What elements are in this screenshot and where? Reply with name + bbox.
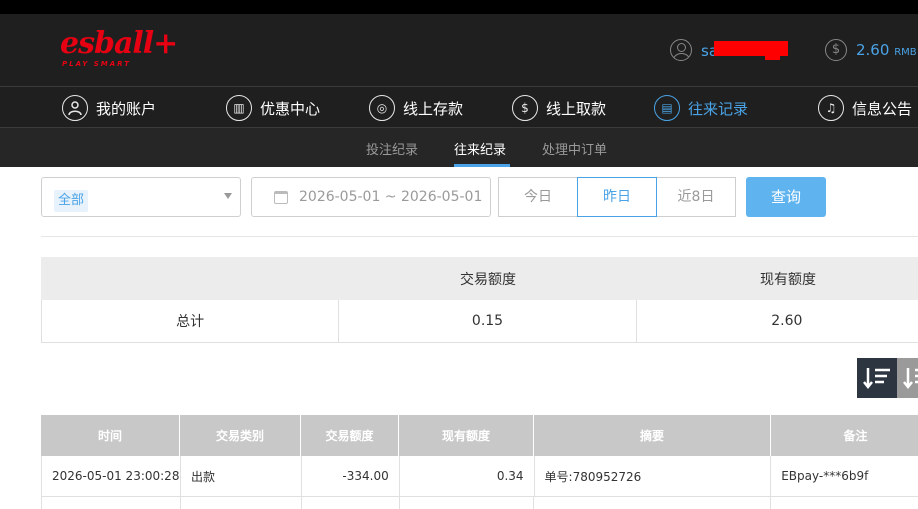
sort-descending-icon[interactable] bbox=[857, 358, 897, 398]
nav-label-records: 往来记录 bbox=[688, 99, 749, 118]
nav-label-announcements: 信息公告 bbox=[852, 99, 913, 118]
quick-today-button[interactable]: 今日 bbox=[498, 177, 578, 217]
summary-transaction-amount: 0.15 bbox=[339, 300, 637, 342]
quick-yesterday-button[interactable]: 昨日 bbox=[577, 177, 657, 217]
logo-text: esball+ bbox=[60, 26, 178, 61]
sub-nav: 投注纪录 往来纪录 处理中订单 bbox=[0, 128, 918, 167]
summary-label: 总计 bbox=[42, 300, 340, 342]
chevron-down-icon bbox=[224, 193, 232, 199]
withdraw-icon: $ bbox=[512, 95, 538, 121]
summary-header: 交易额度 现有额度 bbox=[41, 257, 918, 300]
date-range-picker[interactable]: 2026-05-01 ~ 2026-05-01 bbox=[251, 177, 491, 217]
cell-summary: 单号:780952726 bbox=[535, 456, 772, 496]
subtab-transactions[interactable]: 往来纪录 bbox=[454, 139, 506, 158]
user-icon[interactable] bbox=[670, 39, 692, 61]
summary-header-cell: 现有额度 bbox=[760, 271, 816, 288]
col-header-amount: 交易额度 bbox=[301, 415, 399, 456]
cell-empty bbox=[534, 497, 772, 509]
col-header-summary: 摘要 bbox=[534, 415, 771, 456]
col-header-remark: 备注 bbox=[771, 415, 918, 456]
calendar-icon bbox=[274, 191, 288, 204]
logo-tagline: PLAY SMART bbox=[62, 60, 131, 68]
nav-label-account: 我的账户 bbox=[96, 99, 157, 118]
summary-header-cell bbox=[41, 257, 339, 300]
nav-item-withdraw[interactable]: $ 线上取款 bbox=[512, 93, 606, 123]
balance-unit: RMB bbox=[894, 47, 917, 58]
active-tab-underline bbox=[454, 164, 510, 167]
cell-remark: EBpay-***6b9f bbox=[771, 456, 918, 496]
cell-type: 出款 bbox=[181, 456, 302, 496]
table-row: 2026-05-01 23:00:28 出款 -334.00 0.34 单号:7… bbox=[41, 456, 918, 497]
selected-type-tag: 全部 bbox=[54, 190, 89, 212]
quick-last8days-button[interactable]: 近8日 bbox=[656, 177, 736, 217]
bell-icon: ♫ bbox=[818, 95, 844, 121]
query-button[interactable]: 查询 bbox=[746, 177, 826, 217]
table-row-partial bbox=[41, 497, 918, 509]
nav-item-account[interactable]: 我的账户 bbox=[62, 93, 156, 123]
nav-item-deposit[interactable]: ◎ 线上存款 bbox=[369, 93, 463, 123]
divider bbox=[41, 236, 918, 237]
col-header-time: 时间 bbox=[41, 415, 180, 456]
cell-balance: 0.34 bbox=[400, 456, 535, 496]
col-header-type: 交易类别 bbox=[180, 415, 301, 456]
transaction-type-select[interactable]: 全部 bbox=[41, 177, 241, 217]
sort-ascending-icon[interactable] bbox=[897, 358, 918, 398]
nav-label-promotions: 优惠中心 bbox=[260, 99, 321, 118]
header: esball+ PLAY SMART sa $ 2.60 RMB bbox=[0, 14, 918, 86]
cell-empty bbox=[400, 497, 535, 509]
date-range-text: 2026-05-01 ~ 2026-05-01 bbox=[299, 189, 483, 205]
balance-amount: 2.60 bbox=[856, 41, 890, 59]
records-header: 时间 交易类别 交易额度 现有额度 摘要 备注 bbox=[41, 415, 918, 456]
main-nav: 我的账户 ▥ 优惠中心 ◎ 线上存款 $ 线上取款 ▤ 往来记录 ♫ 信息公告 bbox=[0, 86, 918, 128]
records-icon: ▤ bbox=[654, 95, 680, 121]
cell-empty bbox=[302, 497, 400, 509]
summary-row: 总计 0.15 2.60 bbox=[41, 300, 918, 343]
nav-item-announcements[interactable]: ♫ 信息公告 bbox=[818, 93, 912, 123]
nav-item-promotions[interactable]: ▥ 优惠中心 bbox=[226, 93, 320, 123]
cell-time: 2026-05-01 23:00:28 bbox=[42, 456, 181, 496]
summary-header-cell: 交易额度 bbox=[460, 271, 516, 288]
account-icon-glyph bbox=[68, 101, 82, 116]
cell-empty bbox=[181, 497, 302, 509]
account-icon bbox=[62, 95, 88, 121]
col-header-balance: 现有额度 bbox=[399, 415, 534, 456]
esball-logo[interactable]: esball+ PLAY SMART bbox=[60, 26, 178, 74]
balance: 2.60 RMB bbox=[856, 41, 917, 59]
gift-icon: ▥ bbox=[226, 95, 252, 121]
top-strip bbox=[0, 0, 918, 14]
summary-current-balance: 2.60 bbox=[637, 300, 918, 342]
cell-amount: -334.00 bbox=[302, 456, 400, 496]
sort-ascending-glyph bbox=[903, 368, 918, 390]
coin-icon: $ bbox=[825, 39, 847, 61]
sort-descending-glyph bbox=[863, 368, 890, 390]
summary-table: 交易额度 现有额度 总计 0.15 2.60 bbox=[41, 257, 918, 343]
subtab-pending-orders[interactable]: 处理中订单 bbox=[542, 139, 607, 158]
cell-empty bbox=[771, 497, 918, 509]
nav-label-deposit: 线上存款 bbox=[403, 99, 464, 118]
records-table: 时间 交易类别 交易额度 现有额度 摘要 备注 2026-05-01 23:00… bbox=[41, 415, 918, 509]
cell-empty bbox=[42, 497, 181, 509]
nav-label-withdraw: 线上取款 bbox=[546, 99, 607, 118]
nav-item-records[interactable]: ▤ 往来记录 bbox=[654, 93, 748, 123]
subtab-bet-records[interactable]: 投注纪录 bbox=[366, 139, 418, 158]
username-redaction-tail bbox=[765, 54, 780, 60]
deposit-icon: ◎ bbox=[369, 95, 395, 121]
